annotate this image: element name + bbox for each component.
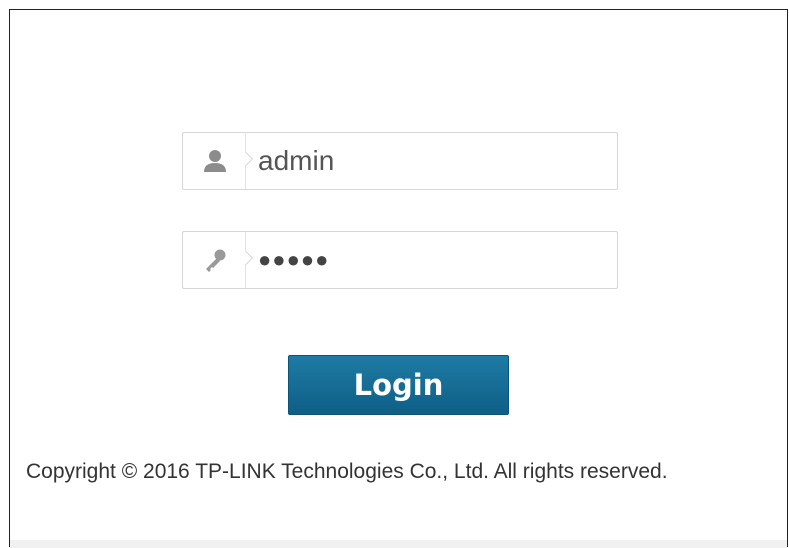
username-input[interactable]: admin	[258, 133, 334, 189]
password-field[interactable]: ●●●●●	[182, 231, 618, 289]
password-input[interactable]: ●●●●●	[258, 232, 329, 288]
key-icon	[206, 249, 226, 272]
frame-bottom-divider	[10, 540, 787, 548]
username-icon-box	[183, 133, 246, 189]
username-field[interactable]: admin	[182, 132, 618, 190]
copyright-text: Copyright © 2016 TP-LINK Technologies Co…	[26, 460, 668, 483]
login-button[interactable]: Login	[288, 355, 509, 415]
user-icon	[204, 150, 226, 172]
password-icon-box	[183, 232, 246, 288]
